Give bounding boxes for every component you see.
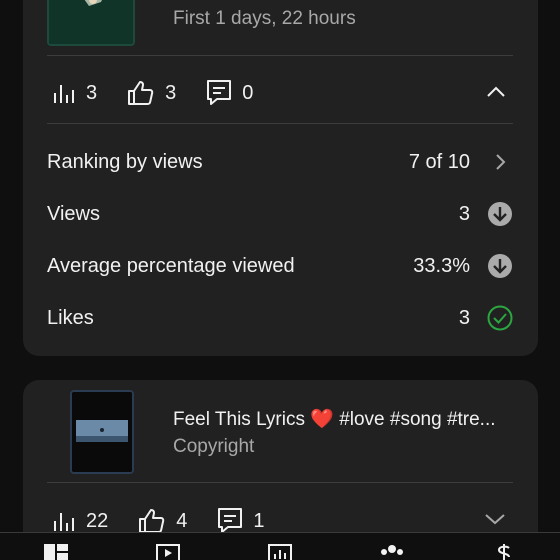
- video-1-stats: 3 3 0: [52, 79, 283, 107]
- likes-count: 3: [165, 81, 177, 104]
- arrow-down-circle-icon: [488, 202, 512, 226]
- metric-label: Ranking by views: [47, 150, 203, 173]
- comment-icon: [207, 80, 232, 105]
- chevron-right-icon: [496, 154, 506, 170]
- thumbnail-art-icon: [72, 392, 132, 472]
- divider: [47, 123, 513, 124]
- earn-icon[interactable]: [491, 543, 517, 560]
- views-count: 3: [86, 81, 98, 104]
- metric-value: 7 of 10: [408, 150, 470, 173]
- video-2-subtitle: Copyright: [173, 436, 255, 457]
- metric-likes: Likes 3: [47, 303, 513, 333]
- bottom-navigation: [0, 532, 560, 560]
- metric-avg-percentage: Average percentage viewed 33.3%: [47, 251, 513, 281]
- views-count: 22: [86, 509, 109, 532]
- divider: [47, 55, 513, 56]
- analytics-icon[interactable]: [267, 543, 293, 560]
- comments-stat: 1: [217, 507, 265, 535]
- video-2-title[interactable]: Feel This Lyrics ❤️ #love #song #tre...: [173, 407, 496, 431]
- metric-label: Likes: [47, 306, 94, 329]
- video-thumbnail-2[interactable]: [70, 390, 134, 474]
- community-icon[interactable]: [379, 543, 405, 560]
- comments-stat: 0: [206, 79, 253, 107]
- video-2-stats: 22 4 1: [52, 507, 295, 535]
- chevron-down-icon[interactable]: [484, 512, 506, 526]
- dashboard-icon[interactable]: [43, 543, 69, 560]
- check-circle-icon: [487, 305, 513, 331]
- chevron-up-icon[interactable]: [486, 84, 506, 98]
- comments-count: 1: [253, 509, 265, 532]
- metric-label: Average percentage viewed: [47, 254, 295, 277]
- content-icon[interactable]: [155, 543, 181, 560]
- likes-count: 4: [176, 509, 188, 532]
- metric-value: 3: [458, 306, 470, 329]
- views-stat: 22: [52, 509, 108, 533]
- metric-ranking[interactable]: Ranking by views 7 of 10: [47, 147, 513, 177]
- divider: [47, 482, 513, 483]
- metric-views: Views 3: [47, 199, 513, 229]
- thumbs-up-icon: [128, 81, 154, 105]
- thumbnail-art-icon: [49, 0, 133, 44]
- bar-chart-icon: [54, 513, 74, 531]
- likes-stat: 3: [127, 80, 176, 106]
- likes-stat: 4: [138, 508, 187, 534]
- metric-value: 3: [458, 202, 470, 225]
- views-stat: 3: [52, 81, 97, 105]
- video-thumbnail-1[interactable]: [47, 0, 135, 46]
- arrow-down-circle-icon: [488, 254, 512, 278]
- thumbs-up-icon: [139, 509, 165, 533]
- video-1-subtitle: First 1 days, 22 hours: [173, 8, 356, 29]
- comment-icon: [218, 508, 243, 533]
- metric-value: 33.3%: [413, 254, 470, 277]
- metric-label: Views: [47, 202, 100, 225]
- comments-count: 0: [242, 81, 254, 104]
- bar-chart-icon: [54, 85, 74, 103]
